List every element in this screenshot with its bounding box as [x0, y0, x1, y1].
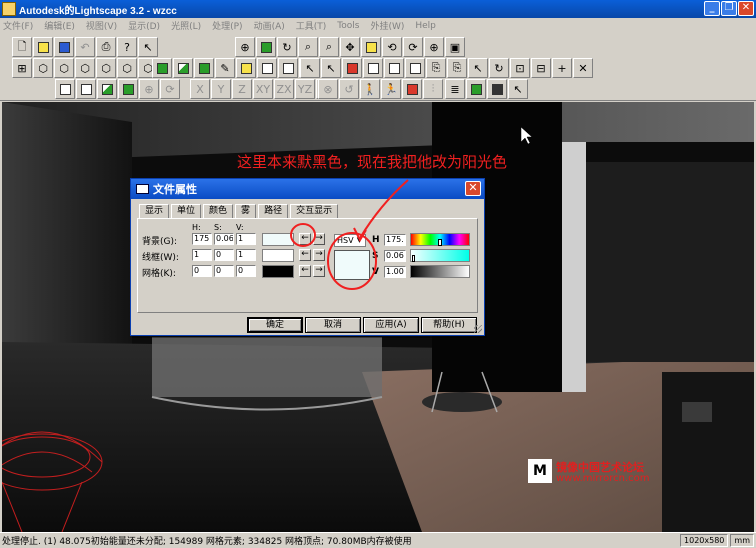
status-message: 处理停止. (1) 48.075初始能量还未分配; 154989 网格元素; 3… [2, 537, 412, 547]
mirror-logo-icon: M [528, 459, 552, 483]
resolution-readout: 1020x580 [680, 534, 729, 547]
watermark-url: www.mirrorcn.com [556, 473, 650, 484]
unit-readout: mm [730, 534, 754, 547]
status-bar: 处理停止. (1) 48.075初始能量还未分配; 154989 网格元素; 3… [0, 532, 756, 548]
